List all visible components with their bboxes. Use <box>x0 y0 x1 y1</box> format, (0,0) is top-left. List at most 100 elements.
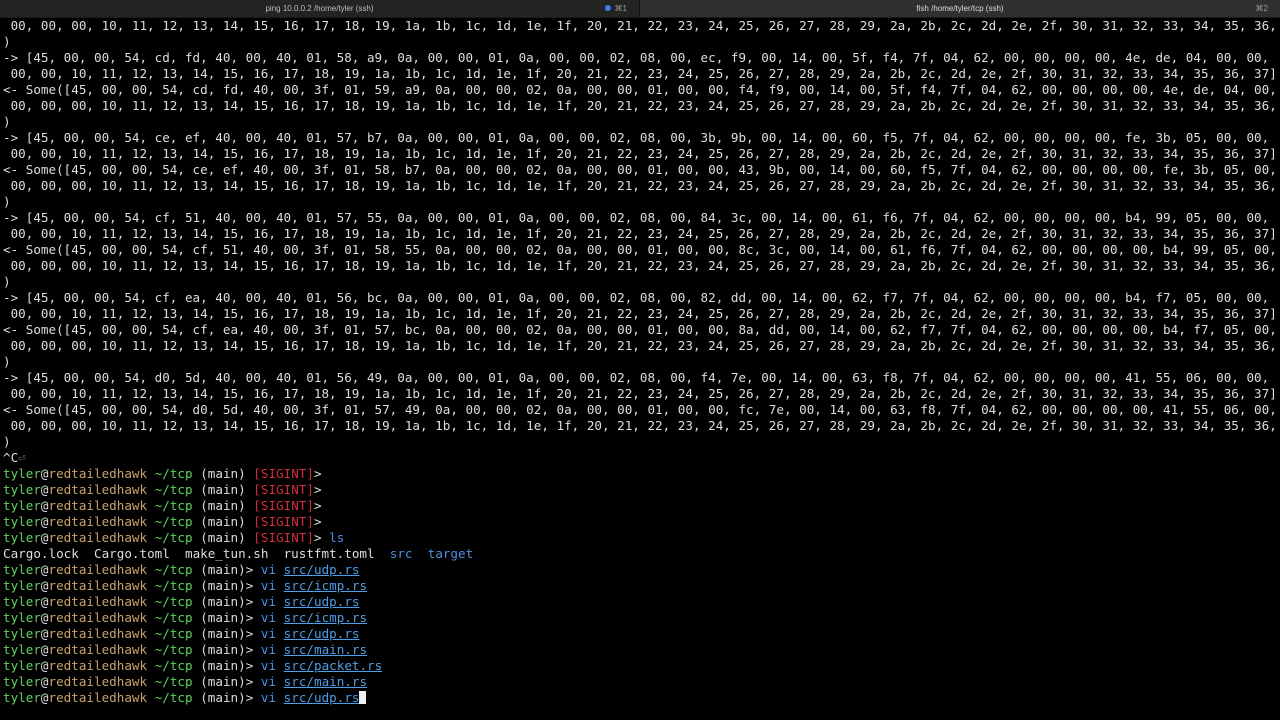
prompt-symbol: > <box>245 690 254 705</box>
prompt-cwd: ~/tcp <box>154 530 193 545</box>
file-path-link[interactable]: src/udp.rs <box>284 562 360 577</box>
prompt-branch: (main) <box>200 466 246 481</box>
prompt-host: redtailedhawk <box>48 514 148 529</box>
output-line: <- Some([45, 00, 00, 54, ce, ef, 40, 00,… <box>3 162 1277 177</box>
prompt-line: tyler@redtailedhawk ~/tcp (main) [SIGINT… <box>3 514 1277 530</box>
prompt-symbol: > <box>313 514 322 529</box>
command: vi <box>260 658 277 673</box>
prompt-at: @ <box>40 498 49 513</box>
prompt-line: tyler@redtailedhawk ~/tcp (main) [SIGINT… <box>3 498 1277 514</box>
prompt-host: redtailedhawk <box>48 498 148 513</box>
prompt-host: redtailedhawk <box>48 626 148 641</box>
prompt-host: redtailedhawk <box>48 610 148 625</box>
prompt-host: redtailedhawk <box>48 578 148 593</box>
output-line: ) <box>3 114 11 129</box>
ls-file: Cargo.toml <box>94 546 170 561</box>
ls-output: Cargo.lock Cargo.toml make_tun.sh rustfm… <box>3 546 1277 562</box>
prompt-host: redtailedhawk <box>48 466 148 481</box>
prompt-host: redtailedhawk <box>48 594 148 609</box>
terminal-tab-2[interactable]: fish /home/tyler/tcp (ssh) ⌘2 <box>640 0 1280 17</box>
prompt-at: @ <box>40 514 49 529</box>
prompt-line: tyler@redtailedhawk ~/tcp (main) [SIGINT… <box>3 482 1277 498</box>
prompt-branch: (main) <box>200 514 246 529</box>
prompt-branch: (main) <box>200 674 246 689</box>
prompt-host: redtailedhawk <box>48 674 148 689</box>
prompt-user: tyler <box>3 690 41 705</box>
command: vi <box>260 562 277 577</box>
prompt-symbol: > <box>245 642 254 657</box>
terminal-tab-1[interactable]: ping 10.0.0.2 /home/tyler (ssh) ⌘1 <box>0 0 640 17</box>
prompt-host: redtailedhawk <box>48 530 148 545</box>
prompt-at: @ <box>40 530 49 545</box>
prompt-branch: (main) <box>200 594 246 609</box>
prompt-at: @ <box>40 466 49 481</box>
prompt-symbol: > <box>313 498 322 513</box>
prompt-branch: (main) <box>200 642 246 657</box>
command: vi <box>260 578 277 593</box>
file-path-link[interactable]: src/udp.rs <box>284 594 360 609</box>
file-path-link[interactable]: src/udp.rs <box>284 690 360 705</box>
prompt-sigint-badge: [SIGINT] <box>253 466 314 481</box>
prompt-at: @ <box>40 610 49 625</box>
output-line: 00, 00, 10, 11, 12, 13, 14, 15, 16, 17, … <box>3 306 1277 321</box>
prompt-cwd: ~/tcp <box>154 466 193 481</box>
interrupt-text: ^C <box>3 450 19 465</box>
prompt-symbol: > <box>313 530 322 545</box>
prompt-line: tyler@redtailedhawk ~/tcp (main)> vi src… <box>3 594 1277 610</box>
prompt-cwd: ~/tcp <box>154 498 193 513</box>
prompt-at: @ <box>40 594 49 609</box>
prompt-symbol: > <box>313 482 322 497</box>
prompt-line: tyler@redtailedhawk ~/tcp (main)> vi src… <box>3 642 1277 658</box>
command: vi <box>260 674 277 689</box>
prompt-branch: (main) <box>200 610 246 625</box>
prompt-user: tyler <box>3 466 41 481</box>
file-path-link[interactable]: src/main.rs <box>284 674 367 689</box>
terminal-output[interactable]: 00, 00, 00, 10, 11, 12, 13, 14, 15, 16, … <box>3 18 1277 720</box>
ls-file: make_tun.sh <box>185 546 269 561</box>
ls-directory: target <box>427 546 474 561</box>
tab-shortcut: ⌘2 <box>1255 4 1268 13</box>
output-line: 00, 00, 10, 11, 12, 13, 14, 15, 16, 17, … <box>3 66 1277 81</box>
prompt-cwd: ~/tcp <box>154 594 193 609</box>
output-line: 00, 00, 10, 11, 12, 13, 14, 15, 16, 17, … <box>3 386 1277 401</box>
interrupt-line: ^C⏎ <box>3 450 1277 466</box>
output-line: 00, 00, 00, 10, 11, 12, 13, 14, 15, 16, … <box>3 418 1277 433</box>
output-line: 00, 00, 00, 10, 11, 12, 13, 14, 15, 16, … <box>3 18 1277 33</box>
prompt-user: tyler <box>3 562 41 577</box>
prompt-user: tyler <box>3 498 41 513</box>
ls-file: rustfmt.toml <box>283 546 375 561</box>
tab-bar: ping 10.0.0.2 /home/tyler (ssh) ⌘1 fish /h… <box>0 0 1280 18</box>
prompt-at: @ <box>40 690 49 705</box>
output-line: 00, 00, 10, 11, 12, 13, 14, 15, 16, 17, … <box>3 226 1277 241</box>
prompt-branch: (main) <box>200 690 246 705</box>
prompt-branch: (main) <box>200 626 246 641</box>
prompt-user: tyler <box>3 642 41 657</box>
prompt-symbol: > <box>245 626 254 641</box>
prompt-sigint-badge: [SIGINT] <box>253 530 314 545</box>
output-line: ) <box>3 434 11 449</box>
command: vi <box>260 626 277 641</box>
prompt-symbol: > <box>245 562 254 577</box>
prompt-symbol: > <box>245 610 254 625</box>
command: vi <box>260 610 277 625</box>
file-path-link[interactable]: src/main.rs <box>284 642 367 657</box>
prompt-at: @ <box>40 626 49 641</box>
prompt-user: tyler <box>3 530 41 545</box>
ls-directory: src <box>389 546 413 561</box>
prompt-symbol: > <box>313 466 322 481</box>
prompt-at: @ <box>40 674 49 689</box>
file-path-link[interactable]: src/udp.rs <box>284 626 360 641</box>
prompt-at: @ <box>40 562 49 577</box>
prompt-user: tyler <box>3 578 41 593</box>
prompt-line: tyler@redtailedhawk ~/tcp (main) [SIGINT… <box>3 530 1277 546</box>
prompt-cwd: ~/tcp <box>154 690 193 705</box>
prompt-sigint-badge: [SIGINT] <box>253 498 314 513</box>
text-cursor <box>359 691 367 704</box>
prompt-branch: (main) <box>200 530 246 545</box>
file-path-link[interactable]: src/icmp.rs <box>284 610 367 625</box>
prompt-branch: (main) <box>200 482 246 497</box>
file-path-link[interactable]: src/packet.rs <box>284 658 383 673</box>
prompt-branch: (main) <box>200 562 246 577</box>
prompt-host: redtailedhawk <box>48 658 148 673</box>
file-path-link[interactable]: src/icmp.rs <box>284 578 367 593</box>
